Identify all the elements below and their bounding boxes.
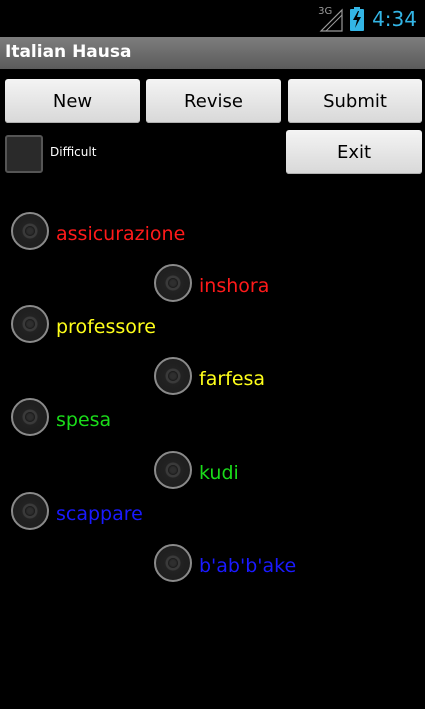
radio-italian-4[interactable] xyxy=(11,492,49,530)
radio-hausa-3[interactable] xyxy=(154,451,192,489)
title-bar: Italian Hausa xyxy=(0,37,425,69)
difficult-label: Difficult xyxy=(50,145,97,159)
radio-hausa-4[interactable] xyxy=(154,544,192,582)
submit-button[interactable]: Submit xyxy=(288,79,422,123)
radio-italian-1[interactable] xyxy=(11,212,49,250)
radio-italian-3[interactable] xyxy=(11,398,49,436)
italian-word-4: scappare xyxy=(56,503,143,525)
italian-word-3: spesa xyxy=(56,409,112,431)
difficult-checkbox[interactable] xyxy=(5,135,43,173)
new-button[interactable]: New xyxy=(5,79,140,123)
status-icons: 3G 4:34 xyxy=(318,5,417,33)
italian-word-2: professore xyxy=(56,316,156,338)
revise-button[interactable]: Revise xyxy=(146,79,281,123)
hausa-word-3: kudi xyxy=(199,462,239,484)
radio-hausa-1[interactable] xyxy=(154,264,192,302)
battery-charging-icon xyxy=(350,7,365,31)
italian-word-1: assicurazione xyxy=(56,223,186,245)
hausa-word-4: b'ab'b'ake xyxy=(199,555,297,577)
hausa-word-1: inshora xyxy=(199,275,270,297)
radio-hausa-2[interactable] xyxy=(154,357,192,395)
signal-icon: 3G xyxy=(318,6,344,32)
app-title: Italian Hausa xyxy=(5,42,132,62)
radio-italian-2[interactable] xyxy=(11,305,49,343)
status-bar: 3G 4:34 xyxy=(0,0,425,37)
exit-button[interactable]: Exit xyxy=(286,130,422,174)
status-time: 4:34 xyxy=(372,7,417,31)
network-type-label: 3G xyxy=(318,6,333,17)
hausa-word-2: farfesa xyxy=(199,368,266,390)
